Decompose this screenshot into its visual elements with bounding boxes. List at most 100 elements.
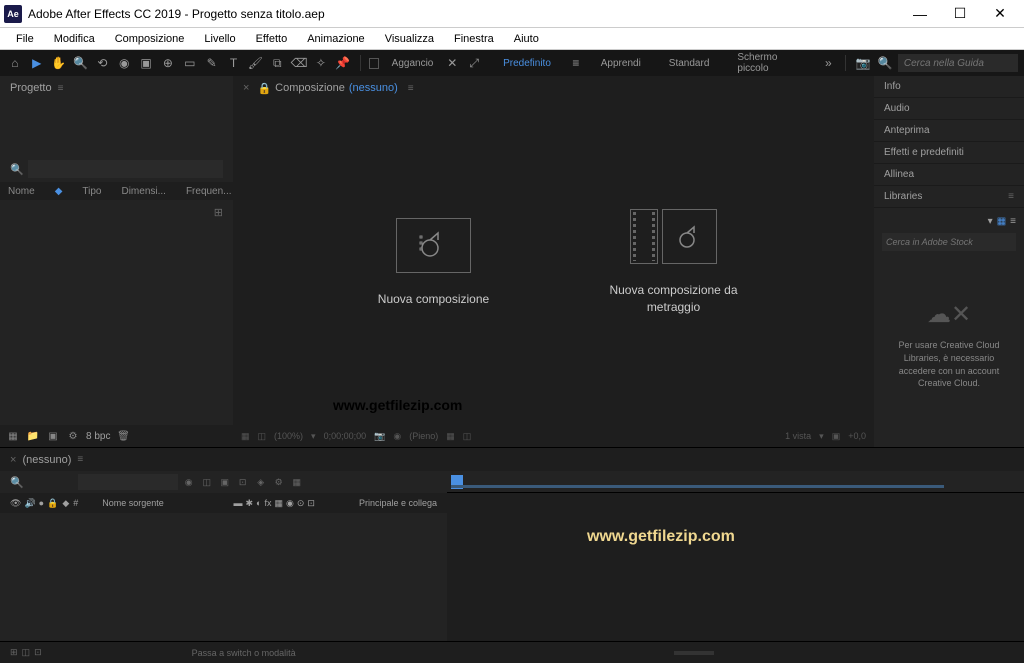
panel-menu-icon[interactable]: ≡: [1008, 191, 1014, 202]
menu-file[interactable]: File: [6, 31, 44, 47]
close-tab-icon[interactable]: ×: [10, 454, 16, 466]
panel-menu-icon[interactable]: ≡: [408, 83, 414, 94]
switch-icon[interactable]: ▦: [274, 498, 283, 509]
pan-behind-tool-icon[interactable]: ⊕: [159, 53, 177, 73]
roto-tool-icon[interactable]: ✧: [312, 53, 330, 73]
switch-icon[interactable]: ▬: [233, 498, 242, 509]
timeline-search-input[interactable]: [78, 474, 178, 490]
zoom-slider[interactable]: [674, 651, 714, 655]
flowchart-icon[interactable]: ⊞: [214, 206, 223, 394]
panel-menu-icon[interactable]: ≡: [58, 83, 64, 94]
timeline-tracks[interactable]: www.getfilezip.com: [447, 493, 1024, 633]
panel-align[interactable]: Allinea: [874, 164, 1024, 186]
zoom-tool-icon[interactable]: 🔍: [72, 53, 90, 73]
switch-icon[interactable]: ◉: [286, 498, 294, 509]
region-icon[interactable]: ◉: [393, 431, 401, 442]
col-source-name[interactable]: Nome sorgente: [102, 498, 164, 508]
new-comp-card[interactable]: Nuova composizione: [344, 218, 524, 308]
selection-tool-icon[interactable]: ▶: [28, 53, 46, 73]
tl-icon[interactable]: ◉: [182, 475, 196, 489]
view-label[interactable]: 1 vista: [785, 431, 811, 441]
switch-icon[interactable]: ✱: [245, 498, 253, 509]
menu-effect[interactable]: Effetto: [246, 31, 298, 47]
panel-info[interactable]: Info: [874, 76, 1024, 98]
snapshot-icon[interactable]: 📷: [374, 431, 385, 442]
res-icon[interactable]: ▾: [311, 431, 316, 442]
col-type[interactable]: Tipo: [82, 186, 101, 197]
switch-icon[interactable]: fx: [264, 498, 271, 509]
col-size[interactable]: Dimensi...: [121, 186, 165, 197]
workspace-standard[interactable]: Standard: [657, 54, 722, 73]
project-search-input[interactable]: [28, 160, 223, 178]
new-comp-footage-card[interactable]: Nuova composizione da metraggio: [584, 209, 764, 316]
settings-icon[interactable]: ⚙: [66, 429, 80, 443]
new-folder-icon[interactable]: 📁: [26, 429, 40, 443]
timeline-tab-none[interactable]: (nessuno): [22, 454, 71, 466]
close-tab-icon[interactable]: ×: [243, 82, 249, 94]
project-panel-header[interactable]: Progetto ≡: [0, 76, 233, 100]
home-icon[interactable]: ⌂: [6, 53, 24, 73]
list-view-icon[interactable]: ≡: [1010, 216, 1016, 227]
channel-icon[interactable]: ◫: [258, 431, 267, 442]
col-freq[interactable]: Frequen...: [186, 186, 232, 197]
snap-extend-icon[interactable]: ⤢: [465, 53, 483, 73]
solo-icon[interactable]: ●: [39, 498, 44, 509]
work-area-bar[interactable]: [451, 485, 944, 488]
exposure-value[interactable]: +0,0: [848, 431, 866, 441]
guides-icon[interactable]: ◫: [463, 431, 472, 442]
pen-tool-icon[interactable]: ✎: [203, 53, 221, 73]
col-parent[interactable]: Principale e collega: [359, 498, 437, 508]
snap-checkbox[interactable]: [369, 58, 379, 69]
alpha-icon[interactable]: ▦: [241, 431, 250, 442]
menu-window[interactable]: Finestra: [444, 31, 504, 47]
comp-tab[interactable]: Composizione (nessuno) ≡: [275, 82, 413, 94]
help-search-input[interactable]: [898, 54, 1018, 72]
3d-icon[interactable]: ▣: [832, 431, 841, 442]
switch-icon[interactable]: ⊡: [307, 498, 315, 509]
col-num[interactable]: #: [73, 498, 78, 508]
toggle-icon[interactable]: ⊞: [10, 647, 18, 658]
workspace-small[interactable]: Schermo piccolo: [725, 48, 815, 78]
panel-libraries[interactable]: Libraries ≡: [874, 186, 1024, 208]
grid-view-icon[interactable]: ▦: [997, 216, 1006, 227]
timecode[interactable]: 0;00;00;00: [324, 431, 367, 441]
puppet-tool-icon[interactable]: 📌: [334, 53, 352, 73]
menu-animation[interactable]: Animazione: [297, 31, 374, 47]
tl-icon[interactable]: ◫: [200, 475, 214, 489]
camera-tool-icon[interactable]: ▣: [137, 53, 155, 73]
dropdown-icon[interactable]: ▾: [988, 216, 993, 227]
col-label-icon[interactable]: ◆: [62, 498, 69, 509]
type-tool-icon[interactable]: T: [225, 53, 243, 73]
snap-option-icon[interactable]: ✕: [443, 53, 461, 73]
brush-tool-icon[interactable]: 🖌: [246, 53, 264, 73]
workspace-default[interactable]: Predefinito: [491, 54, 563, 73]
panel-audio[interactable]: Audio: [874, 98, 1024, 120]
minimize-button[interactable]: —: [900, 1, 940, 27]
workspace-learn[interactable]: Apprendi: [589, 54, 653, 73]
maximize-button[interactable]: ☐: [940, 1, 980, 27]
toggle-icon[interactable]: ◫: [22, 647, 31, 658]
time-ruler[interactable]: [447, 471, 1024, 493]
toggle-icon[interactable]: ⊡: [34, 647, 42, 658]
zoom-value[interactable]: (100%): [274, 431, 303, 441]
tl-icon[interactable]: ⚙: [272, 475, 286, 489]
snapshot-icon[interactable]: 📷: [854, 53, 872, 73]
close-button[interactable]: ✕: [980, 1, 1020, 27]
libraries-search-input[interactable]: [882, 233, 1016, 251]
eraser-tool-icon[interactable]: ⌫: [290, 53, 308, 73]
lock-icon[interactable]: 🔒: [257, 82, 271, 95]
menu-help[interactable]: Aiuto: [504, 31, 549, 47]
hand-tool-icon[interactable]: ✋: [50, 53, 68, 73]
switch-icon[interactable]: ◐: [256, 498, 261, 509]
menu-edit[interactable]: Modifica: [44, 31, 105, 47]
grid-icon[interactable]: ▦: [446, 431, 455, 442]
resolution-label[interactable]: (Pieno): [409, 431, 438, 441]
orbit-tool-icon[interactable]: ⟲: [93, 53, 111, 73]
panel-effects[interactable]: Effetti e predefiniti: [874, 142, 1024, 164]
bpc-label[interactable]: 8 bpc: [86, 431, 110, 442]
new-comp-icon[interactable]: ▣: [46, 429, 60, 443]
interpret-icon[interactable]: ▦: [6, 429, 20, 443]
tl-icon[interactable]: ▦: [290, 475, 304, 489]
trash-icon[interactable]: 🗑: [116, 429, 130, 443]
shape-tool-icon[interactable]: ▭: [181, 53, 199, 73]
